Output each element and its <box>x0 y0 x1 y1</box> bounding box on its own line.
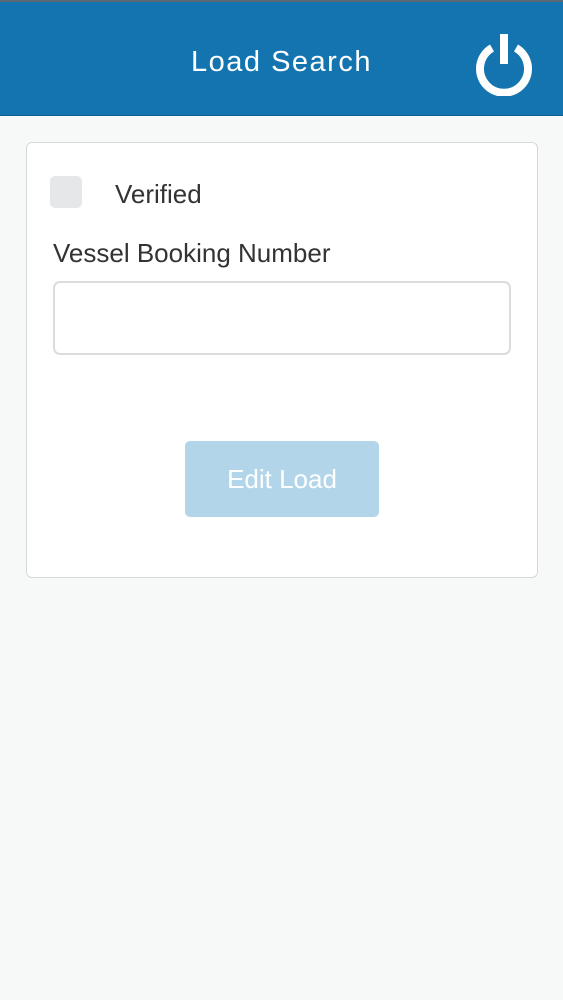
vessel-booking-input[interactable] <box>53 281 511 355</box>
verified-checkbox[interactable] <box>50 176 82 208</box>
search-form-card: Verified Vessel Booking Number Edit Load <box>26 142 538 578</box>
logout-button[interactable] <box>472 32 536 96</box>
app-screen: Load Search Verified Vessel Booking Numb… <box>0 0 563 1000</box>
vessel-booking-label: Vessel Booking Number <box>53 238 331 268</box>
edit-load-button[interactable]: Edit Load <box>185 441 379 517</box>
verified-label: Verified <box>115 179 202 209</box>
header-bar: Load Search <box>0 0 563 116</box>
power-icon <box>476 34 532 96</box>
